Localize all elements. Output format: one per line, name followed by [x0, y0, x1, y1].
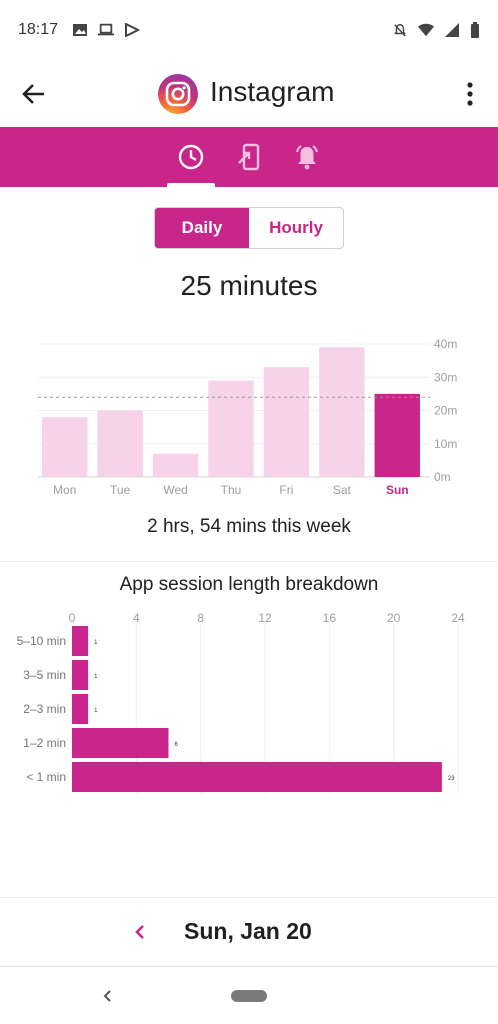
tab-unlocks[interactable] — [225, 127, 273, 187]
session-bar — [72, 626, 89, 656]
bar-thu — [208, 380, 254, 477]
tab-screen-time[interactable] — [167, 127, 215, 187]
session-length-chart: 0 4 8 12 16 20 24 1 5–10 min 1 3–5 min 1 2–3 min 6 1–2… — [17, 611, 465, 794]
x-tick-label: 0 — [69, 611, 76, 625]
play-store-icon — [125, 23, 141, 37]
week-total: 2 hrs, 54 mins this week — [147, 516, 351, 537]
session-bar — [72, 694, 89, 724]
session-bar — [72, 728, 169, 758]
battery-icon — [471, 22, 479, 38]
bar-value-label: 1 — [94, 640, 98, 646]
bar-value-label: 1 — [94, 674, 98, 680]
date-label: Sun, Jan 20 — [184, 918, 312, 944]
x-tick-label: 8 — [197, 611, 204, 625]
bar-value-label: 1 — [94, 708, 98, 714]
daily-hourly-toggle: Daily Hourly — [154, 207, 344, 249]
phone-unlock-icon — [238, 143, 260, 171]
y-tick-label: 1–2 min — [23, 736, 66, 750]
y-tick-label: < 1 min — [26, 770, 66, 784]
chevron-left-icon[interactable] — [128, 918, 152, 946]
y-tick-label: 20m — [434, 404, 457, 418]
system-nav-bar — [0, 968, 498, 1024]
wifi-icon — [418, 23, 434, 37]
x-tick-label: 12 — [258, 611, 272, 625]
bar-fri — [263, 367, 310, 477]
y-tick-label: 0m — [434, 470, 451, 484]
notifications-off-icon — [394, 24, 406, 37]
date-navigation: Sun, Jan 20 — [0, 897, 498, 967]
y-tick-label: 30m — [434, 370, 457, 384]
bar-tue — [97, 410, 143, 477]
x-tick-label: Thu — [221, 483, 242, 497]
status-bar: 18:17 — [0, 0, 498, 60]
app-bar: Instagram — [0, 64, 498, 126]
usage-screen: 18:17 Instagram Daily Hourly 25 minutes … — [0, 0, 498, 1024]
y-tick-label: 2–3 min — [23, 702, 66, 716]
x-tick-label: Mon — [53, 483, 76, 497]
x-tick-label: 4 — [133, 611, 140, 625]
daily-usage-chart: 0m 10m 20m 30m 40m Mon Tue Wed Thu Fri Sat Sun — [38, 337, 457, 497]
arrow-back-icon[interactable] — [18, 78, 50, 110]
x-tick-label: Sun — [386, 483, 409, 497]
status-time: 18:17 — [18, 21, 59, 38]
bar-value-label: 23 — [448, 776, 455, 782]
x-tick-label: Tue — [110, 483, 131, 497]
bell-icon — [296, 145, 318, 170]
more-vert-icon[interactable] — [458, 78, 482, 110]
y-tick-label: 5–10 min — [17, 634, 66, 648]
x-tick-label: Fri — [279, 483, 293, 497]
image-icon — [73, 24, 88, 36]
session-bar — [72, 762, 442, 792]
clock-icon — [178, 144, 204, 170]
session-bar — [72, 660, 89, 690]
section-divider — [0, 561, 498, 562]
tab-notifications[interactable] — [283, 127, 331, 187]
x-tick-label: Wed — [163, 483, 187, 497]
x-tick-label: 20 — [387, 611, 401, 625]
tab-indicator — [167, 183, 215, 187]
x-tick-label: Sat — [333, 483, 352, 497]
app-title: Instagram — [210, 76, 335, 107]
y-tick-label: 10m — [434, 437, 457, 451]
bar-value-label: 6 — [175, 742, 179, 748]
nav-back-icon[interactable] — [98, 982, 118, 1010]
tab-strip — [0, 127, 498, 187]
instagram-logo-icon — [158, 74, 198, 114]
nav-home-pill[interactable] — [231, 990, 267, 1002]
breakdown-title: App session length breakdown — [119, 574, 379, 595]
bar-sun — [374, 393, 420, 477]
x-tick-label: 24 — [451, 611, 465, 625]
bar-mon — [42, 417, 88, 477]
bar-wed — [152, 453, 199, 477]
bar-sat — [319, 347, 365, 477]
laptop-icon — [98, 23, 115, 36]
y-tick-label: 40m — [434, 337, 457, 351]
x-tick-label: 16 — [323, 611, 337, 625]
y-tick-label: 3–5 min — [23, 668, 66, 682]
hourly-button[interactable]: Hourly — [249, 208, 343, 248]
total-usage: 25 minutes — [180, 270, 318, 301]
daily-button[interactable]: Daily — [155, 208, 249, 248]
signal-icon — [445, 23, 459, 37]
